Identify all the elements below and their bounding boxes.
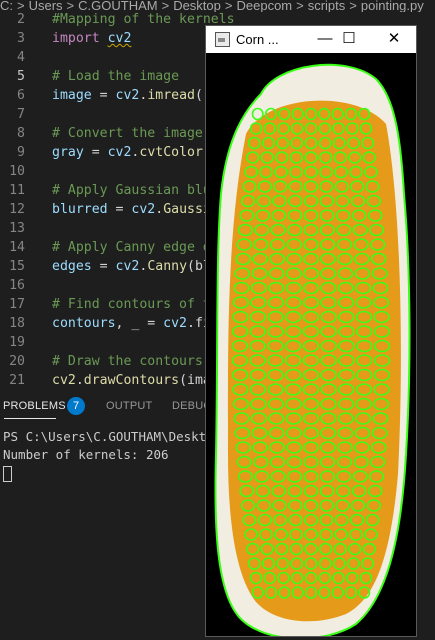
tab-problems[interactable]: PROBLEMS <box>3 400 66 412</box>
line-number: 3 <box>17 31 25 46</box>
line-number: 4 <box>17 50 25 65</box>
problems-count-badge: 7 <box>67 397 85 415</box>
code-text: gray = cv2.cvtColor( <box>52 145 211 160</box>
tab-output[interactable]: OUTPUT <box>106 400 152 412</box>
maximize-button[interactable]: ☐ <box>337 29 361 49</box>
image-window[interactable]: Corn ... — ☐ ✕ <box>205 25 417 637</box>
line-number: 18 <box>9 316 25 331</box>
window-titlebar[interactable]: Corn ... — ☐ ✕ <box>206 26 416 53</box>
line-number: 14 <box>9 240 25 255</box>
code-text: blurred = cv2.Gaussi <box>52 202 211 217</box>
close-button[interactable]: ✕ <box>382 29 406 49</box>
line-number: 7 <box>17 107 25 122</box>
terminal-cursor <box>3 465 12 482</box>
line-number: 19 <box>9 335 25 350</box>
code-text: # Find contours of t <box>52 297 211 312</box>
line-number: 20 <box>9 354 25 369</box>
active-tab-indicator <box>4 418 56 419</box>
line-number: 8 <box>17 126 25 141</box>
line-number: 11 <box>9 183 25 198</box>
line-number: 17 <box>9 297 25 312</box>
corn-contour-image <box>206 54 416 636</box>
code-text: # Apply Canny edge d <box>52 240 211 255</box>
line-number: 13 <box>9 221 25 236</box>
line-number: 6 <box>17 88 25 103</box>
line-number: 2 <box>17 12 25 27</box>
code-text: # Load the image <box>52 69 180 84</box>
line-number: 16 <box>9 278 25 293</box>
window-title: Corn ... <box>236 32 279 47</box>
code-text: # Convert the image <box>52 126 203 141</box>
code-text: # Draw the contours <box>52 354 203 369</box>
line-number: 15 <box>9 259 25 274</box>
line-number: 10 <box>9 164 25 179</box>
minimize-button[interactable]: — <box>313 29 337 49</box>
window-app-icon <box>215 32 230 47</box>
code-text: edges = cv2.Canny(bl <box>52 259 211 274</box>
line-number: 5 <box>17 69 25 84</box>
code-text: import cv2 <box>52 31 132 46</box>
line-number: 9 <box>17 145 25 160</box>
code-text: # Apply Gaussian blu <box>52 183 211 198</box>
line-number: 12 <box>9 202 25 217</box>
line-number: 21 <box>9 373 25 388</box>
